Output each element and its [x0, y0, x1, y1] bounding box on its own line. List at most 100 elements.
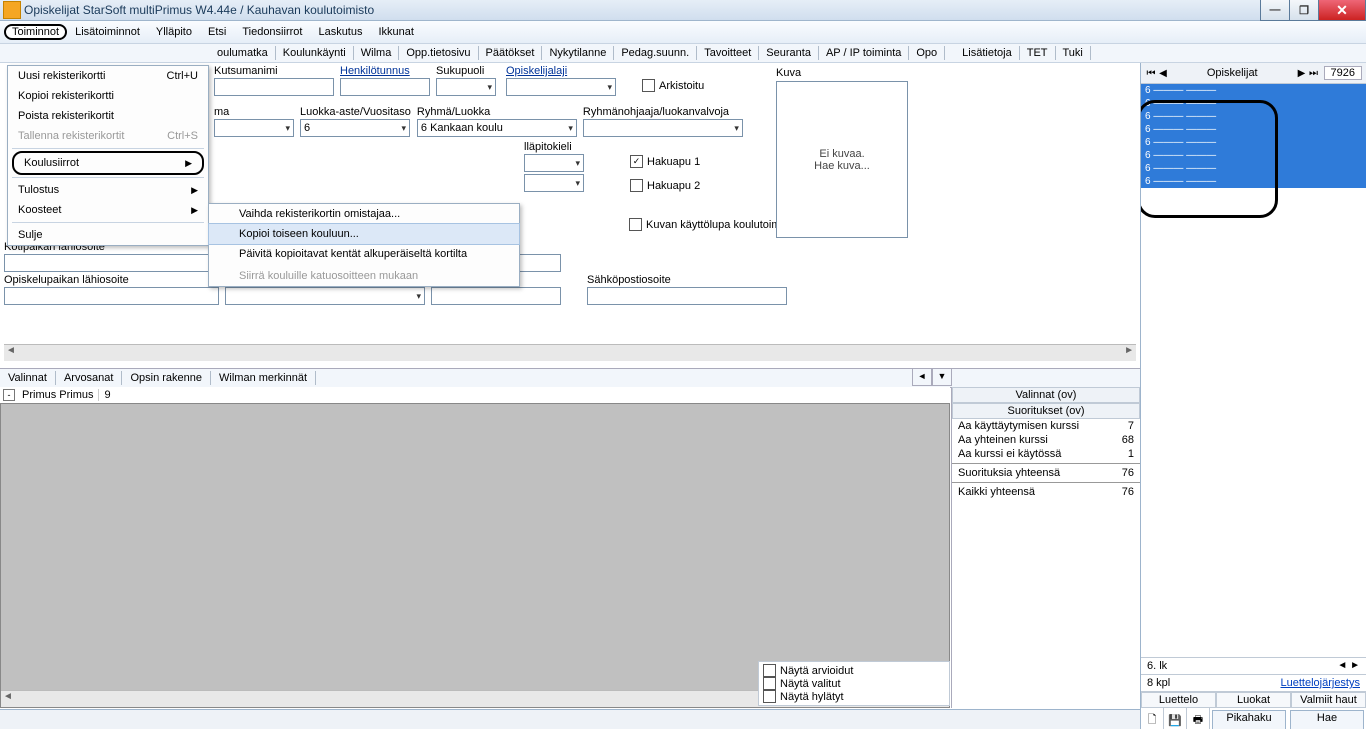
check-arkistoitu[interactable]: Arkistoitu [642, 79, 704, 92]
list-item[interactable]: 6 ——— ——— [1141, 97, 1366, 110]
list-item[interactable]: 6 ——— ——— [1141, 162, 1366, 175]
combo-ryhmanohjaaja[interactable] [583, 119, 743, 137]
tab-opo[interactable]: Opo [909, 46, 945, 60]
combo-llapitokieli[interactable] [524, 154, 584, 172]
stats-header-valinnat[interactable]: Valinnat (ov) [952, 387, 1140, 403]
menu-tallenna-rekisterikortit: Tallenna rekisterikortitCtrl+S [8, 126, 208, 146]
check-nayta-arvioidut[interactable]: Näytä arvioidut [763, 664, 945, 677]
menu-uusi-rekisterikortti[interactable]: Uusi rekisterikorttiCtrl+U [8, 66, 208, 86]
tab-tavoitteet[interactable]: Tavoitteet [697, 46, 759, 60]
save-icon[interactable]: 💾 [1164, 708, 1187, 729]
tab-koulunkaynti[interactable]: Koulunkäynti [276, 46, 354, 60]
list-item[interactable]: 6 ——— ——— [1141, 123, 1366, 136]
list-item[interactable]: 6 ——— ——— [1141, 136, 1366, 149]
tab-lisatietoja[interactable]: Lisätietoja [955, 46, 1020, 60]
list-item[interactable]: 6 ——— ——— [1141, 149, 1366, 162]
menu-ikkunat[interactable]: Ikkunat [370, 24, 421, 40]
input-kotipl[interactable] [4, 254, 219, 272]
stats-header-suoritukset[interactable]: Suoritukset (ov) [952, 403, 1140, 419]
input-kutsumanimi[interactable] [214, 78, 334, 96]
nav-title: Opiskelijat [1169, 67, 1296, 79]
menu-yllapito[interactable]: Ylläpito [148, 24, 200, 40]
input-kotipuh[interactable] [431, 287, 561, 305]
close-button[interactable]: ✕ [1318, 0, 1366, 21]
scroll-left-icon[interactable]: ◄ [912, 368, 932, 386]
check-nayta-valitut[interactable]: Näytä valitut [763, 677, 945, 690]
label-opiskelijalaji: Opiskelijalaji [506, 65, 616, 77]
menu-lisatoiminnot[interactable]: Lisätoiminnot [67, 24, 148, 40]
tab-paatokset[interactable]: Päätökset [479, 46, 543, 60]
stats-panel: Valinnat (ov) Suoritukset (ov) Aa käyttä… [951, 387, 1140, 708]
image-placeholder[interactable]: Ei kuvaa. Hae kuva... [776, 81, 908, 238]
check-nayta-hylatyt[interactable]: Näytä hylätyt [763, 690, 945, 703]
label-sahko: Sähköpostiosoite [587, 274, 787, 286]
list-item[interactable]: 6 ——— ——— [1141, 110, 1366, 123]
tab-nykytilanne[interactable]: Nykytilanne [542, 46, 614, 60]
combo-extra[interactable] [524, 174, 584, 192]
tab-pedag[interactable]: Pedag.suunn. [614, 46, 697, 60]
submenu-paivita-kopioitavat[interactable]: Päivitä kopioitavat kentät alkuperäiselt… [209, 244, 519, 264]
button-pikahaku[interactable]: Pikahaku [1212, 710, 1286, 729]
button-hae[interactable]: Hae [1290, 710, 1364, 729]
list-item[interactable]: 6 ——— ——— [1141, 84, 1366, 97]
tab-wilman-merkinnat[interactable]: Wilman merkinnät [211, 371, 316, 385]
input-opl[interactable] [4, 287, 219, 305]
app-icon [3, 1, 21, 19]
nav-next-icon[interactable]: ▶ [1296, 68, 1308, 79]
tab-opptietosivu[interactable]: Opp.tietosivu [399, 46, 478, 60]
nav-prev-icon[interactable]: ◀ [1157, 68, 1169, 79]
label-opl: Opiskelupaikan lähiosoite [4, 274, 219, 286]
nav-last-icon[interactable]: ⏭ [1308, 68, 1320, 79]
input-henkilotunnus[interactable] [340, 78, 430, 96]
student-list[interactable]: 6 ——— ——— 6 ——— ——— 6 ——— ——— 6 ——— ——— … [1141, 84, 1366, 657]
scroll-right-icon[interactable]: ▼ [932, 368, 952, 386]
tab-wilma[interactable]: Wilma [354, 46, 400, 60]
rtab-luokat[interactable]: Luokat [1216, 692, 1291, 707]
new-icon[interactable]: 🗋 [1141, 708, 1164, 729]
combo-ma[interactable] [214, 119, 294, 137]
combo-luokka-aste[interactable]: 6 [300, 119, 410, 137]
combo-opiskelijalaji[interactable] [506, 78, 616, 96]
rtab-luettelo[interactable]: Luettelo [1141, 692, 1216, 707]
rtab-valmiit-haut[interactable]: Valmiit haut [1291, 692, 1366, 707]
tab-tet[interactable]: TET [1020, 46, 1056, 60]
input-sahko[interactable] [587, 287, 787, 305]
menu-laskutus[interactable]: Laskutus [310, 24, 370, 40]
minimize-button[interactable]: — [1260, 0, 1290, 21]
tab-opsin-rakenne[interactable]: Opsin rakenne [122, 371, 211, 385]
label-ryhma-luokka: Ryhmä/Luokka [417, 106, 577, 118]
combo-ryhma-luokka[interactable]: 6 Kankaan koulu [417, 119, 577, 137]
tab-oulumatka[interactable]: oulumatka [210, 46, 276, 60]
form-scrollbar[interactable] [4, 344, 1136, 361]
list-item[interactable]: 6 ——— ——— [1141, 175, 1366, 188]
menu-tiedonsiirrot[interactable]: Tiedonsiirrot [234, 24, 310, 40]
tree-row[interactable]: - Primus Primus 9 [0, 387, 950, 404]
nav-first-icon[interactable]: ⏮ [1145, 68, 1157, 79]
tab-arvosanat[interactable]: Arvosanat [56, 371, 123, 385]
check-hakuapu2[interactable]: Hakuapu 2 [630, 179, 700, 192]
label-ryhmanohjaaja: Ryhmänohjaaja/luokanvalvoja [583, 106, 743, 118]
menu-koosteet[interactable]: Koosteet▶ [8, 200, 208, 220]
menu-sulje[interactable]: Sulje [8, 225, 208, 245]
stats-sum: Suorituksia yhteensä76 [952, 466, 1140, 480]
tab-tuki[interactable]: Tuki [1056, 46, 1091, 60]
submenu-kopioi-toiseen-kouluun[interactable]: Kopioi toiseen kouluun... [208, 223, 520, 245]
combo-opp[interactable] [225, 287, 425, 305]
tab-valinnat[interactable]: Valinnat [0, 371, 56, 385]
print-icon[interactable]: 🖶 [1187, 708, 1210, 729]
link-luettelojarjestys[interactable]: Luettelojärjestys [1281, 677, 1361, 689]
chevron-right-icon: ▶ [191, 185, 198, 196]
maximize-button[interactable]: ❐ [1289, 0, 1319, 21]
tab-apip[interactable]: AP / IP toiminta [819, 46, 909, 60]
check-hakuapu1[interactable]: ✓Hakuapu 1 [630, 155, 700, 168]
menu-koulusiirrot[interactable]: Koulusiirrot▶ [12, 151, 204, 175]
menu-tulostus[interactable]: Tulostus▶ [8, 180, 208, 200]
tab-seuranta[interactable]: Seuranta [759, 46, 819, 60]
menu-etsi[interactable]: Etsi [200, 24, 234, 40]
menu-toiminnot[interactable]: Toiminnot [4, 24, 67, 40]
menu-poista-rekisterikortit[interactable]: Poista rekisterikortit [8, 106, 208, 126]
chevron-right-icon: ▶ [191, 205, 198, 216]
menu-kopioi-rekisterikortti[interactable]: Kopioi rekisterikortti [8, 86, 208, 106]
submenu-vaihda-omistajaa[interactable]: Vaihda rekisterikortin omistajaa... [209, 204, 519, 224]
combo-sukupuoli[interactable] [436, 78, 496, 96]
